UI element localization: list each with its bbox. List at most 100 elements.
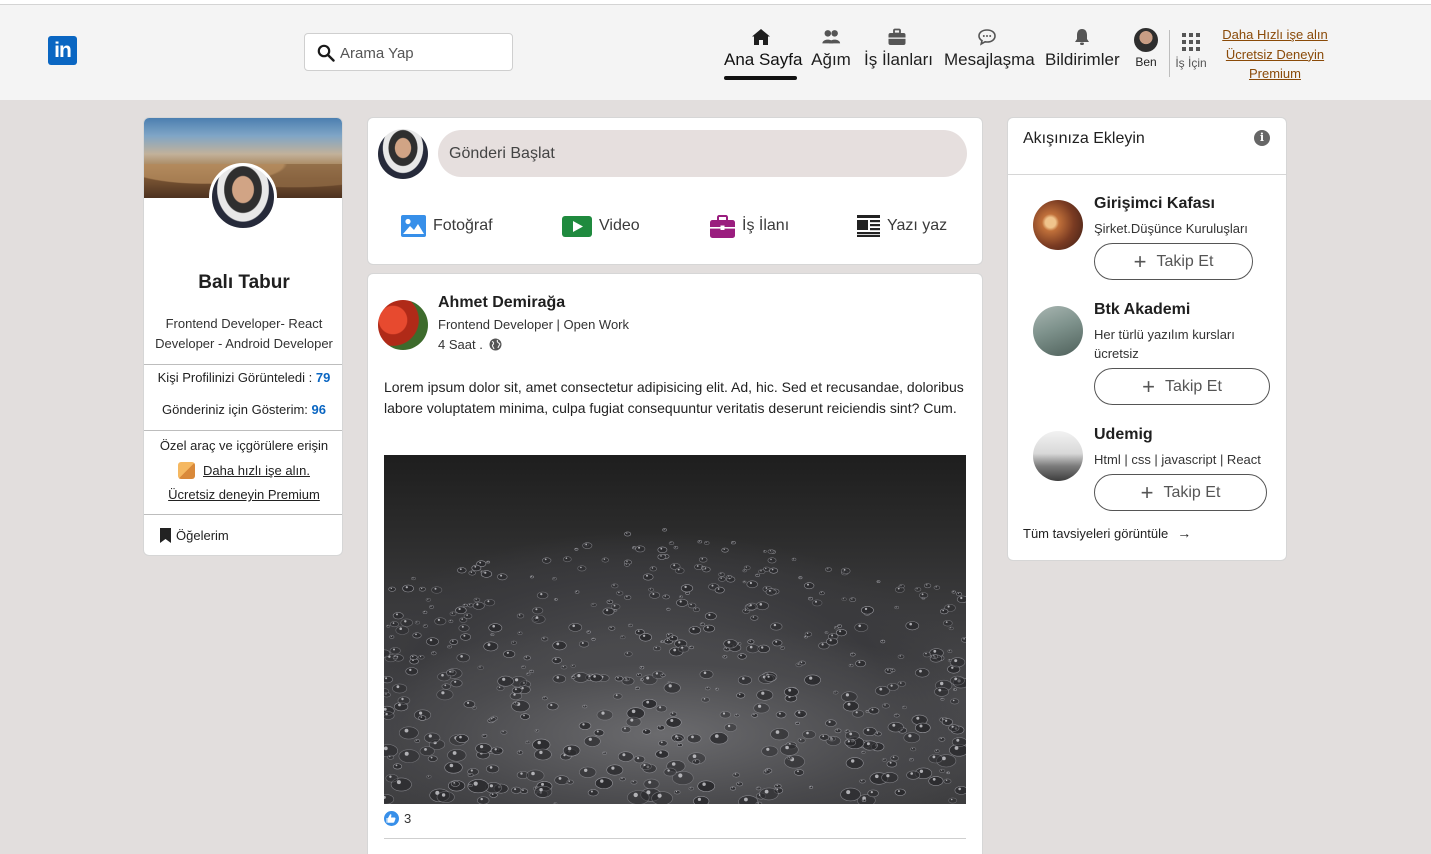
like-count: 3 <box>404 811 412 826</box>
plus-icon: + <box>1133 248 1147 274</box>
arrow-right-icon: → <box>1177 525 1192 541</box>
nav-divider <box>1169 30 1170 77</box>
impressions-label: Gönderiniz için Gösterim: <box>161 402 312 417</box>
premium-hire-link[interactable]: Daha hızlı işe alın. <box>203 463 310 478</box>
premium-intro: Özel araç ve içgörülere erişin <box>159 438 329 453</box>
post-body-text: Lorem ipsum dolor sit, amet consectetur … <box>384 379 964 416</box>
recommendation-name[interactable]: Btk Akademi <box>1094 301 1190 319</box>
nav-work[interactable]: İş İçin <box>1174 32 1208 70</box>
recommendation-desc: Her türlü yazılım kursları ücretsiz <box>1094 327 1235 361</box>
post-divider <box>384 838 966 839</box>
user-avatar[interactable] <box>378 129 428 179</box>
premium-try-row: Ücretsiz deneyin Premium <box>144 487 342 502</box>
post-timestamp: 4 Saat . <box>438 337 502 352</box>
recommendation-name[interactable]: Girişimci Kafası <box>1094 195 1215 213</box>
premium-promo: Daha Hızlı işe alın Ücretsiz Deneyin Pre… <box>1215 25 1335 84</box>
follow-button[interactable]: + Takip Et <box>1094 243 1253 280</box>
profile-card: Balı Tabur Frontend Developer- React Dev… <box>143 117 343 556</box>
follow-button[interactable]: + Takip Et <box>1094 474 1267 511</box>
premium-link-line3[interactable]: Premium <box>1215 64 1335 84</box>
photo-action[interactable]: Fotoğraf <box>401 213 493 239</box>
article-label: Yazı yaz <box>887 217 948 234</box>
post-image[interactable] <box>384 455 966 804</box>
premium-link-line1[interactable]: Daha Hızlı işe alın <box>1215 25 1335 45</box>
post-impressions-stat[interactable]: Gönderiniz için Gösterim: 96 <box>144 402 342 417</box>
profile-views-stat[interactable]: Kişi Profilinizi Görünteledi : 79 <box>144 370 342 385</box>
nav-me[interactable]: Ben <box>1131 28 1161 69</box>
post-author-name[interactable]: Ahmet Demirağa <box>438 294 565 312</box>
nav-notifications-label: Bildirimler <box>1045 50 1120 69</box>
article-action[interactable]: Yazı yaz <box>857 213 947 239</box>
follow-button[interactable]: + Takip Et <box>1094 368 1270 405</box>
info-icon[interactable]: i <box>1254 130 1270 146</box>
post-reactions[interactable]: 3 <box>384 811 411 826</box>
feed-post: Ahmet Demirağa Frontend Developer | Open… <box>367 273 983 854</box>
nav-network[interactable]: Ağım <box>811 27 851 70</box>
see-all-recommendations-link[interactable]: Tüm tavsiyeleri görüntüle → <box>1023 525 1191 541</box>
like-icon <box>384 811 399 826</box>
nav-messaging-label: Mesajlaşma <box>944 50 1035 69</box>
video-icon <box>562 215 592 237</box>
start-post-button[interactable]: Gönderi Başlat <box>438 130 967 177</box>
photo-icon <box>401 215 426 237</box>
post-author-avatar[interactable] <box>378 300 428 350</box>
premium-try-link[interactable]: Ücretsiz deneyin Premium <box>168 487 320 502</box>
recommendation-avatar[interactable] <box>1033 306 1083 356</box>
network-icon <box>822 30 841 44</box>
photo-label: Fotoğraf <box>433 217 493 234</box>
search-input[interactable] <box>340 42 505 64</box>
grid-icon <box>1182 33 1200 51</box>
top-navbar: in Ana Sayfa Ağım İş İlanları <box>0 5 1431 100</box>
search-box[interactable] <box>304 33 513 71</box>
profile-name[interactable]: Balı Tabur <box>144 272 342 294</box>
post-author-headline: Frontend Developer | Open Work <box>438 317 630 332</box>
briefcase-icon <box>888 28 906 45</box>
recommendation-name[interactable]: Udemig <box>1094 426 1153 444</box>
nav-jobs-label: İş İlanları <box>864 50 933 69</box>
plus-icon: + <box>1142 373 1155 399</box>
plus-icon: + <box>1140 479 1154 505</box>
recommendation-desc: Şirket.Düşünce Kuruluşları <box>1094 221 1248 236</box>
nav-me-label: Ben <box>1135 55 1157 69</box>
search-icon <box>317 44 335 62</box>
profile-divider <box>144 430 342 431</box>
add-to-feed-card: Akışınıza Ekleyin i Girişimci Kafası Şir… <box>1007 117 1287 561</box>
start-post-card: Gönderi Başlat Fotoğraf Video İş İlanı Y… <box>367 117 983 265</box>
follow-label: Takip Et <box>1156 252 1214 270</box>
my-items-label: Öğelerim <box>176 528 229 543</box>
post-time-text: 4 Saat . <box>438 337 483 352</box>
profile-views-count: 79 <box>315 370 331 385</box>
home-icon <box>751 29 770 45</box>
nav-jobs[interactable]: İş İlanları <box>864 27 933 70</box>
impressions-count: 96 <box>311 402 327 417</box>
follow-label: Takip Et <box>1163 483 1221 501</box>
profile-views-label: Kişi Profilinizi Görünteledi : <box>157 370 316 385</box>
nav-home[interactable]: Ana Sayfa <box>724 27 802 70</box>
profile-divider <box>144 514 342 515</box>
me-avatar <box>1134 28 1158 52</box>
video-label: Video <box>599 217 640 234</box>
see-all-label: Tüm tavsiyeleri görüntüle <box>1023 525 1169 541</box>
bell-icon <box>1074 29 1089 45</box>
premium-link-line2[interactable]: Ücretsiz Deneyin <box>1215 45 1335 65</box>
follow-label: Takip Et <box>1164 377 1222 395</box>
video-action[interactable]: Video <box>562 213 640 239</box>
recommendation-avatar[interactable] <box>1033 431 1083 481</box>
job-label: İş İlanı <box>742 217 790 234</box>
my-items-link[interactable]: Öğelerim <box>160 528 229 543</box>
globe-icon <box>489 338 502 351</box>
active-tab-indicator <box>724 76 797 80</box>
job-icon <box>710 214 735 238</box>
nav-work-label: İş İçin <box>1175 56 1207 70</box>
job-action[interactable]: İş İlanı <box>710 213 789 239</box>
linkedin-logo[interactable]: in <box>48 36 77 65</box>
nav-notifications[interactable]: Bildirimler <box>1045 27 1120 70</box>
water-drops-photo <box>384 528 966 804</box>
recommendation-desc: Html | css | javascript | React <box>1094 452 1261 467</box>
profile-headline: Frontend Developer- React Developer - An… <box>155 316 333 351</box>
message-icon <box>978 29 996 46</box>
recommendation-avatar[interactable] <box>1033 200 1083 250</box>
profile-divider <box>144 364 342 365</box>
nav-messaging[interactable]: Mesajlaşma <box>944 27 1035 70</box>
profile-avatar[interactable] <box>209 163 277 231</box>
